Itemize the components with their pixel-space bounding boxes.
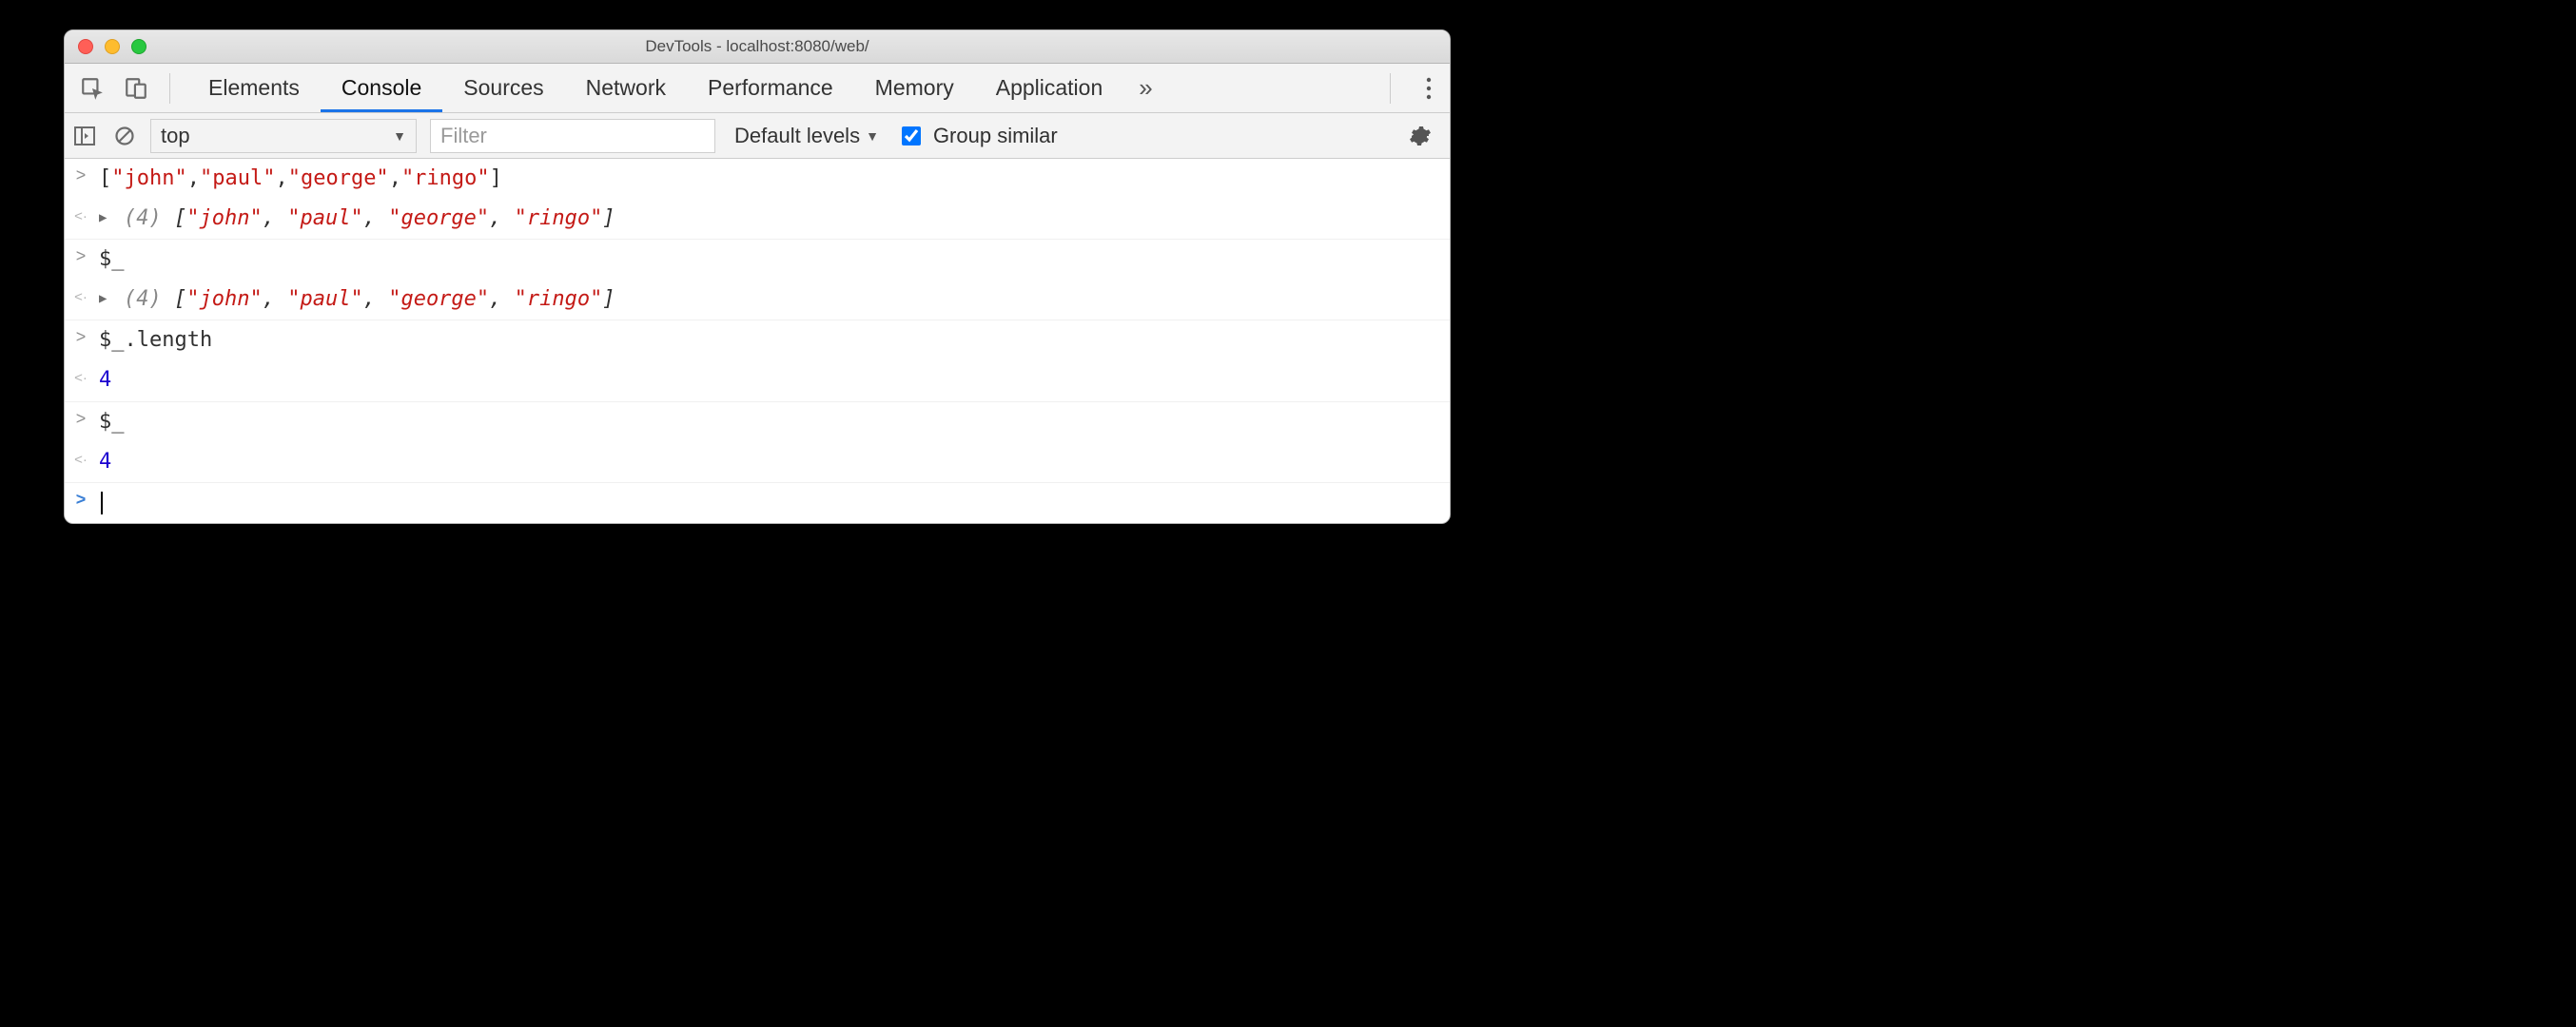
output-marker-icon: <· [72,446,89,473]
dropdown-triangle-icon: ▼ [866,128,879,144]
devtools-window: DevTools - localhost:8080/web/ ElementsC… [64,29,1451,524]
window-title: DevTools - localhost:8080/web/ [65,37,1450,56]
console-input-row: > $_ [65,402,1450,442]
input-marker-icon: > [72,324,89,351]
tab-application[interactable]: Application [975,64,1124,112]
titlebar: DevTools - localhost:8080/web/ [65,30,1450,64]
console-output-row: <· ▶ (4) ["john", "paul", "george", "ringo… [65,280,1450,320]
inspect-element-icon[interactable] [76,72,108,105]
log-levels-label: Default levels [734,124,860,148]
tab-performance[interactable]: Performance [687,64,854,112]
output-marker-icon: <· [72,203,89,229]
tab-network[interactable]: Network [565,64,687,112]
output-marker-icon: <· [72,364,89,391]
text-cursor [101,492,103,514]
console-output-row: <· 4 [65,360,1450,401]
clear-console-icon[interactable] [105,126,145,146]
code-text: $_ [99,243,125,276]
close-window-button[interactable] [78,39,93,54]
code-text: 4 [99,364,111,397]
device-toolbar-icon[interactable] [120,72,152,105]
input-marker-icon: > [72,163,89,189]
console-filter-input[interactable] [430,119,715,153]
zoom-window-button[interactable] [131,39,146,54]
code-text: (4) ["john", "paul", "george", "ringo"] [124,283,615,316]
tab-sources[interactable]: Sources [442,64,564,112]
console-output-row: <· ▶ (4) ["john", "paul", "george", "ringo… [65,199,1450,240]
console-prompt-row[interactable]: > [65,483,1450,523]
divider [1390,73,1391,104]
log-levels-select[interactable]: Default levels ▼ [734,124,879,148]
execution-context-value: top [161,124,190,148]
minimize-window-button[interactable] [105,39,120,54]
code-text: $_ [99,406,125,438]
expand-toggle-icon[interactable]: ▶ [99,203,114,229]
more-options-button[interactable] [1408,75,1450,102]
tab-console[interactable]: Console [321,64,442,112]
console-toolbar: top ▼ Default levels ▼ Group similar [65,113,1450,159]
tab-elements[interactable]: Elements [187,64,321,112]
console-settings-icon[interactable] [1400,125,1440,147]
execution-context-select[interactable]: top ▼ [150,119,417,153]
console-input-row: > $_ [65,240,1450,280]
tab-memory[interactable]: Memory [854,64,975,112]
console-input-row: > ["john","paul","george","ringo"] [65,159,1450,199]
console-sidebar-toggle-icon[interactable] [65,126,105,146]
console-output-row: <· 4 [65,442,1450,483]
input-marker-icon: > [72,406,89,433]
expand-toggle-icon[interactable]: ▶ [99,283,114,310]
console-log-area[interactable]: > ["john","paul","george","ringo"] <· ▶ (4) … [65,159,1450,523]
overflow-tabs-button[interactable]: » [1123,73,1167,103]
input-marker-icon: > [72,243,89,270]
group-similar-label: Group similar [933,124,1058,148]
code-text [99,487,103,519]
code-text: (4) ["john", "paul", "george", "ringo"] [124,203,615,235]
console-input-row: > $_.length [65,320,1450,360]
output-marker-icon: <· [72,283,89,310]
group-similar-checkbox[interactable] [902,126,921,145]
code-text: 4 [99,446,111,478]
code-text: $_.length [99,324,212,357]
traffic-lights [65,39,146,54]
input-marker-icon: > [72,487,89,514]
code-text: ["john","paul","george","ringo"] [99,163,502,195]
devtools-tabbar: ElementsConsoleSourcesNetworkPerformance… [65,64,1450,113]
group-similar-toggle[interactable]: Group similar [898,124,1058,148]
dropdown-triangle-icon: ▼ [393,128,406,144]
divider [169,73,170,104]
